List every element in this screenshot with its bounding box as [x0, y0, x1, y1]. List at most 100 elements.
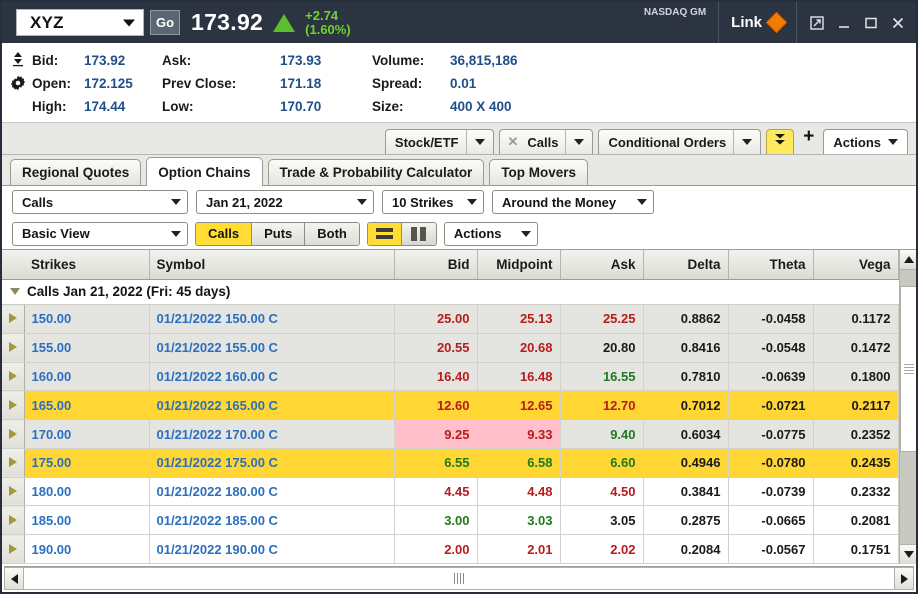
scroll-right-button[interactable]: [894, 567, 914, 590]
row-expand-button[interactable]: [2, 391, 24, 420]
header-ask[interactable]: Ask: [560, 250, 643, 279]
chevron-down-icon[interactable]: [566, 139, 592, 145]
maximize-icon[interactable]: [863, 15, 879, 31]
cell-bid: 2.00: [394, 535, 477, 564]
quote-label: High:: [32, 95, 84, 118]
quote-label: Ask:: [162, 49, 280, 72]
symbol-input[interactable]: XYZ: [16, 9, 144, 36]
up-triangle-icon: [273, 14, 295, 32]
table-row[interactable]: 185.0001/21/2022 185.00 C3.003.033.050.2…: [2, 506, 898, 535]
chain-actions-button[interactable]: Actions: [444, 222, 538, 246]
chevron-down-icon[interactable]: [734, 139, 760, 145]
table-row[interactable]: 175.0001/21/2022 175.00 C6.556.586.600.4…: [2, 448, 898, 477]
order-tab-label: Stock/ETF: [386, 135, 466, 150]
vertical-scroll-thumb[interactable]: [900, 286, 917, 452]
header-theta[interactable]: Theta: [728, 250, 813, 279]
row-expand-button[interactable]: [2, 362, 24, 391]
link-button[interactable]: Link: [719, 2, 797, 43]
order-tab-calls[interactable]: ✕ Calls: [499, 129, 594, 154]
cell-theta: -0.0739: [728, 477, 813, 506]
table-row[interactable]: 150.0001/21/2022 150.00 C25.0025.1325.25…: [2, 305, 898, 334]
strike-count-select[interactable]: 10 Strikes: [382, 190, 484, 214]
toggle-puts[interactable]: Puts: [252, 223, 305, 245]
table-row[interactable]: 180.0001/21/2022 180.00 C4.454.484.500.3…: [2, 477, 898, 506]
table-row[interactable]: 165.0001/21/2022 165.00 C12.6012.6512.70…: [2, 391, 898, 420]
cell-symbol: 01/21/2022 180.00 C: [149, 477, 394, 506]
option-type-select[interactable]: Calls: [12, 190, 188, 214]
table-row[interactable]: 160.0001/21/2022 160.00 C16.4016.4816.55…: [2, 362, 898, 391]
order-actions-label: Actions: [833, 135, 881, 150]
scroll-left-button[interactable]: [4, 567, 24, 590]
chevron-down-icon: [357, 199, 367, 205]
columns-layout-icon[interactable]: [402, 223, 436, 245]
header-strikes[interactable]: Strikes: [24, 250, 149, 279]
header-bid[interactable]: Bid: [394, 250, 477, 279]
view-select[interactable]: Basic View: [12, 222, 188, 246]
tab-regional-quotes[interactable]: Regional Quotes: [10, 159, 141, 185]
cell-strike: 165.00: [24, 391, 149, 420]
toggle-both[interactable]: Both: [305, 223, 359, 245]
table-row[interactable]: 155.0001/21/2022 155.00 C20.5520.6820.80…: [2, 333, 898, 362]
table-row[interactable]: 170.0001/21/2022 170.00 C9.259.339.400.6…: [2, 420, 898, 449]
order-actions-button[interactable]: Actions: [823, 129, 908, 154]
strike-range-select[interactable]: Around the Money: [492, 190, 654, 214]
minimize-icon[interactable]: [836, 15, 852, 31]
cell-delta: 0.4946: [643, 448, 728, 477]
order-tab-label: Conditional Orders: [599, 135, 733, 150]
horizontal-scrollbar[interactable]: [4, 566, 914, 590]
go-button[interactable]: Go: [150, 10, 180, 35]
cell-theta: -0.0548: [728, 333, 813, 362]
price-change: +2.74 (1.60%): [305, 9, 351, 37]
gear-icon[interactable]: [10, 75, 26, 91]
caret-right-icon: [9, 313, 17, 323]
chevron-down-icon[interactable]: [467, 139, 493, 145]
more-tabs-button[interactable]: [766, 129, 794, 154]
vertical-scroll-track[interactable]: [900, 270, 917, 544]
order-tab-conditional-orders[interactable]: Conditional Orders: [598, 129, 761, 154]
row-expand-button[interactable]: [2, 420, 24, 449]
cell-strike: 155.00: [24, 333, 149, 362]
caret-down-icon[interactable]: [10, 288, 20, 295]
close-icon[interactable]: ✕: [500, 134, 519, 150]
header-midpoint[interactable]: Midpoint: [477, 250, 560, 279]
cell-strike: 185.00: [24, 506, 149, 535]
header-symbol[interactable]: Symbol: [149, 250, 394, 279]
cell-ask: 16.55: [560, 362, 643, 391]
header-vega[interactable]: Vega: [813, 250, 898, 279]
cell-ask: 12.70: [560, 391, 643, 420]
quote-label: Bid:: [32, 49, 84, 72]
add-tab-button[interactable]: +: [799, 126, 818, 151]
row-expand-button[interactable]: [2, 448, 24, 477]
scroll-down-button[interactable]: [900, 544, 917, 564]
cell-midpoint: 2.01: [477, 535, 560, 564]
quote-label: Open:: [32, 72, 84, 95]
sort-arrows-icon[interactable]: [10, 51, 26, 67]
chevron-down-icon[interactable]: [123, 19, 135, 26]
row-expand-button[interactable]: [2, 333, 24, 362]
orange-diamond-icon[interactable]: [766, 12, 787, 33]
close-icon[interactable]: [890, 15, 906, 31]
toggle-calls[interactable]: Calls: [196, 223, 252, 245]
row-expand-button[interactable]: [2, 477, 24, 506]
row-expand-button[interactable]: [2, 535, 24, 564]
rows-layout-icon[interactable]: [368, 223, 402, 245]
tab-trade-probability-calculator[interactable]: Trade & Probability Calculator: [268, 159, 485, 185]
horizontal-scroll-thumb[interactable]: [24, 567, 894, 590]
tab-option-chains[interactable]: Option Chains: [146, 157, 262, 186]
popout-icon[interactable]: [809, 15, 825, 31]
header-delta[interactable]: Delta: [643, 250, 728, 279]
expiration-select[interactable]: Jan 21, 2022: [196, 190, 374, 214]
table-row[interactable]: 190.0001/21/2022 190.00 C2.002.012.020.2…: [2, 535, 898, 564]
scroll-up-button[interactable]: [900, 250, 917, 270]
quote-label: Spread:: [372, 72, 450, 95]
cell-vega: 0.2352: [813, 420, 898, 449]
row-expand-button[interactable]: [2, 506, 24, 535]
vertical-scrollbar[interactable]: [899, 250, 917, 564]
row-expand-button[interactable]: [2, 305, 24, 334]
tab-top-movers[interactable]: Top Movers: [489, 159, 588, 185]
table-group-row[interactable]: Calls Jan 21, 2022 (Fri: 45 days): [2, 279, 898, 305]
cell-symbol: 01/21/2022 165.00 C: [149, 391, 394, 420]
quote-label: Prev Close:: [162, 72, 280, 95]
quote-value: 171.18: [280, 72, 372, 95]
order-tab-stock-etf[interactable]: Stock/ETF: [385, 129, 494, 154]
